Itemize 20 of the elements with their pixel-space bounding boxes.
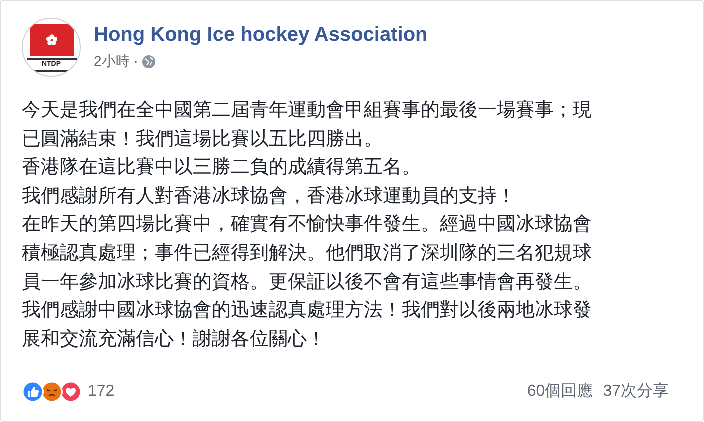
post-text-line: 積極認真處理；事件已經得到解決。他們取消了深圳隊的三名犯規球 xyxy=(22,242,593,266)
reaction-count[interactable]: 172 xyxy=(88,380,115,404)
post-text-line: 今天是我們在全中國第二屆青年運動會甲組賽事的最後一場賽事；現 xyxy=(22,99,593,123)
separator: · xyxy=(134,52,138,71)
post-text-line: 在昨天的第四場比賽中，確實有不愉快事件發生。經過中國冰球協會 xyxy=(22,213,593,238)
globe-icon xyxy=(142,54,156,68)
post-text-line: 已圓滿結束！我們這場比賽以五比四勝出。 xyxy=(22,128,384,152)
share-count[interactable]: 37次分享 xyxy=(603,380,669,404)
post-text-line: 展和交流充滿信心！謝謝各位關心！ xyxy=(22,328,327,352)
post-text-line: 我們感謝所有人對香港冰球協會，香港冰球運動員的支持！ xyxy=(22,184,517,209)
post-text-line: 我們感謝中國冰球協會的迅速認真處理方法！我們對以後兩地冰球發 xyxy=(22,299,593,324)
author-name[interactable]: Hong Kong Ice hockey Association xyxy=(94,22,428,48)
comment-count[interactable]: 60個回應 xyxy=(527,380,594,404)
angry-emoji-icon xyxy=(41,381,63,403)
post-text-line: 員一年參加冰球比賽的資格。更保証以後不會有這些事情會再發生。 xyxy=(22,270,593,295)
flower-icon xyxy=(44,33,58,47)
post-time[interactable]: 2小時 xyxy=(94,51,130,72)
heart-icon xyxy=(60,381,82,403)
post-text-line: 香港隊在這比賽中以三勝二負的成績得第五名。 xyxy=(22,156,422,180)
thumbs-up-icon xyxy=(22,381,44,403)
